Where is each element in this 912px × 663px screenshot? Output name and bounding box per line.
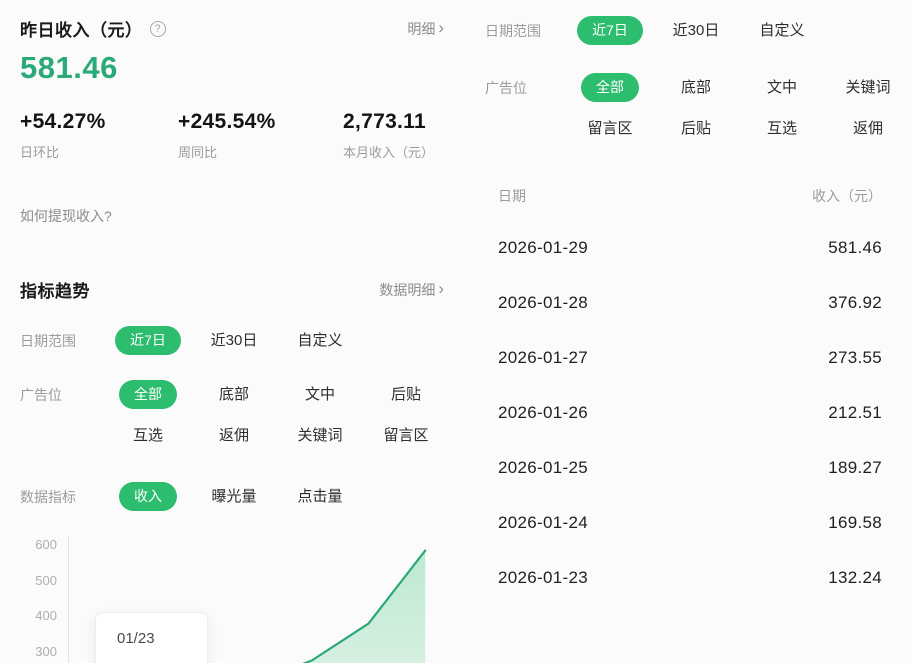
table-row: 2026-01-26 212.51 <box>485 385 882 440</box>
stat-label: 本月收入（元） <box>343 142 444 161</box>
ad-position-option-postroll[interactable]: 后贴 <box>653 114 739 144</box>
right-ad-position-filter: 广告位 全部 底部 文中 关键词 留言区 后贴 互选 返佣 <box>485 73 885 144</box>
date-range-option-recent7[interactable]: 近7日 <box>577 16 643 45</box>
metric-option-impressions[interactable]: 曝光量 <box>191 482 277 512</box>
income-table: 日期 收入（元） 2026-01-29 581.46 2026-01-28 37… <box>485 186 882 605</box>
date-range-option-custom[interactable]: 自定义 <box>739 16 825 46</box>
detail-link[interactable]: 明细 › <box>407 19 444 39</box>
ad-position-option-bottom[interactable]: 底部 <box>653 73 739 103</box>
trend-section-header: 指标趋势 数据明细 › <box>20 277 444 302</box>
left-date-range-filter: 日期范围 近7日 近30日 自定义 <box>20 326 444 356</box>
stat-value: +245.54% <box>178 110 343 134</box>
date-range-option-recent30[interactable]: 近30日 <box>653 16 739 46</box>
date-range-option-recent30[interactable]: 近30日 <box>191 326 277 356</box>
ad-revenue-dashboard: 昨日收入（元） ? 明细 › 581.46 +54.27% 日环比 +245.5… <box>0 0 912 663</box>
row-income: 212.51 <box>828 403 882 423</box>
question-circle-icon[interactable]: ? <box>150 21 166 37</box>
row-income: 581.46 <box>828 238 882 258</box>
left-metric-filter: 数据指标 收入 曝光量 点击量 <box>20 482 444 512</box>
ad-position-option-mutual[interactable]: 互选 <box>739 114 825 144</box>
ad-position-option-rebate[interactable]: 返佣 <box>825 114 911 144</box>
chart-tooltip-date: 01/23 <box>96 613 207 647</box>
date-range-option-custom[interactable]: 自定义 <box>277 326 363 356</box>
trend-line-chart[interactable]: 600 500 400 300 01/23 <box>20 530 444 663</box>
trend-title: 指标趋势 <box>20 277 90 302</box>
ad-position-option-comment[interactable]: 留言区 <box>363 421 449 451</box>
detail-link-label: 明细 <box>407 19 435 39</box>
row-date: 2026-01-25 <box>485 458 588 478</box>
row-date: 2026-01-27 <box>485 348 588 368</box>
filter-label: 广告位 <box>20 380 105 451</box>
column-header-income: 收入（元） <box>812 186 882 220</box>
right-date-range-filter: 日期范围 近7日 近30日 自定义 <box>485 16 885 46</box>
row-date: 2026-01-28 <box>485 293 588 313</box>
row-income: 376.92 <box>828 293 882 313</box>
how-to-withdraw-link[interactable]: 如何提现收入? <box>20 206 112 226</box>
filter-label: 日期范围 <box>20 326 105 356</box>
chevron-right-icon: › <box>438 19 444 36</box>
row-date: 2026-01-23 <box>485 568 588 588</box>
metric-option-income[interactable]: 收入 <box>119 482 177 511</box>
table-row: 2026-01-27 273.55 <box>485 330 882 385</box>
stat-label: 周同比 <box>178 142 343 161</box>
date-range-option-recent7[interactable]: 近7日 <box>115 326 181 355</box>
data-detail-link[interactable]: 数据明细 › <box>379 280 444 300</box>
stat-month-income: 2,773.11 本月收入（元） <box>343 110 444 161</box>
table-row: 2026-01-23 132.24 <box>485 550 882 605</box>
stat-value: +54.27% <box>20 110 178 134</box>
left-ad-position-filter: 广告位 全部 底部 文中 后贴 互选 返佣 关键词 留言区 <box>20 380 444 451</box>
chevron-right-icon: › <box>438 280 444 297</box>
yesterday-income-header: 昨日收入（元） ? 明细 › <box>20 16 444 41</box>
row-date: 2026-01-29 <box>485 238 588 258</box>
filter-label: 日期范围 <box>485 16 567 46</box>
column-header-date: 日期 <box>485 186 526 220</box>
table-row: 2026-01-28 376.92 <box>485 275 882 330</box>
stat-label: 日环比 <box>20 142 178 161</box>
stat-day-over-day: +54.27% 日环比 <box>20 110 178 161</box>
row-date: 2026-01-26 <box>485 403 588 423</box>
metric-option-clicks[interactable]: 点击量 <box>277 482 363 512</box>
yesterday-income-amount: 581.46 <box>20 50 118 86</box>
table-row: 2026-01-24 169.58 <box>485 495 882 550</box>
trend-line-svg <box>20 530 444 663</box>
data-detail-link-label: 数据明细 <box>379 280 435 300</box>
ad-position-option-postroll[interactable]: 后贴 <box>363 380 449 410</box>
row-income: 189.27 <box>828 458 882 478</box>
ad-position-option-rebate[interactable]: 返佣 <box>191 421 277 451</box>
table-row: 2026-01-25 189.27 <box>485 440 882 495</box>
row-income: 132.24 <box>828 568 882 588</box>
row-income: 273.55 <box>828 348 882 368</box>
summary-stats: +54.27% 日环比 +245.54% 周同比 2,773.11 本月收入（元… <box>20 110 444 161</box>
ad-position-option-keyword[interactable]: 关键词 <box>825 73 911 103</box>
filter-label: 数据指标 <box>20 482 105 512</box>
ad-position-option-all[interactable]: 全部 <box>581 73 639 102</box>
stat-week-over-week: +245.54% 周同比 <box>178 110 343 161</box>
ad-position-option-comment[interactable]: 留言区 <box>567 114 653 144</box>
ad-position-option-all[interactable]: 全部 <box>119 380 177 409</box>
table-row: 2026-01-29 581.46 <box>485 220 882 275</box>
chart-tooltip: 01/23 <box>95 612 208 663</box>
ad-position-option-keyword[interactable]: 关键词 <box>277 421 363 451</box>
ad-position-option-bottom[interactable]: 底部 <box>191 380 277 410</box>
stat-value: 2,773.11 <box>343 110 444 134</box>
ad-position-option-intext[interactable]: 文中 <box>277 380 363 410</box>
ad-position-option-mutual[interactable]: 互选 <box>105 421 191 451</box>
income-table-header: 日期 收入（元） <box>485 186 882 220</box>
filter-label: 广告位 <box>485 73 567 144</box>
ad-position-option-intext[interactable]: 文中 <box>739 73 825 103</box>
row-income: 169.58 <box>828 513 882 533</box>
row-date: 2026-01-24 <box>485 513 588 533</box>
yesterday-income-title: 昨日收入（元） <box>20 16 143 41</box>
